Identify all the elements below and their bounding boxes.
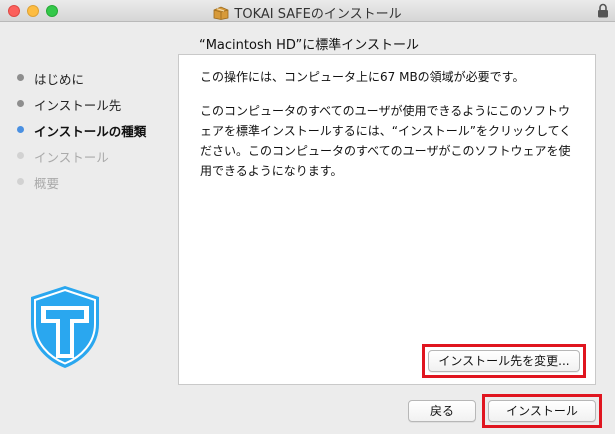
title-bar: TOKAI SAFEのインストール [0,0,615,22]
step-dot [17,126,24,133]
step-dot [17,178,24,185]
sidebar-step-installation: インストール [0,144,176,170]
highlight-box-install [482,394,602,428]
step-dot [17,152,24,159]
install-description-text: このコンピュータのすべてのユーザが使用できるようにこのソフトウェアを標準インスト… [200,104,572,178]
lock-icon[interactable] [597,3,609,22]
step-label: インストール [34,150,109,165]
content-panel: この操作には、コンピュータ上に67 MBの領域が必要です。 このコンピュータのす… [178,54,596,385]
sidebar-step-installation-type: インストールの種類 [0,118,176,144]
window-title-wrap: TOKAI SAFEのインストール [0,3,615,24]
highlight-box-change-location [422,344,586,378]
step-sidebar: はじめに インストール先 インストールの種類 インストール 概要 [0,66,176,196]
install-type-heading: “Macintosh HD”に標準インストール [198,38,420,53]
step-label: インストール先 [34,98,122,113]
window-title: TOKAI SAFEのインストール [234,7,402,22]
package-icon [213,6,229,24]
sidebar-step-summary: 概要 [0,170,176,196]
step-label: インストールの種類 [34,124,147,139]
disk-space-text: この操作には、コンピュータ上に67 MBの領域が必要です。 [200,70,525,84]
tokai-shield-logo [29,284,101,374]
back-button[interactable]: 戻る [408,400,476,422]
sidebar-step-destination: インストール先 [0,92,176,118]
sidebar-step-introduction: はじめに [0,66,176,92]
step-label: はじめに [34,72,85,87]
step-label: 概要 [34,176,60,191]
step-dot [17,100,24,107]
step-dot [17,74,24,81]
